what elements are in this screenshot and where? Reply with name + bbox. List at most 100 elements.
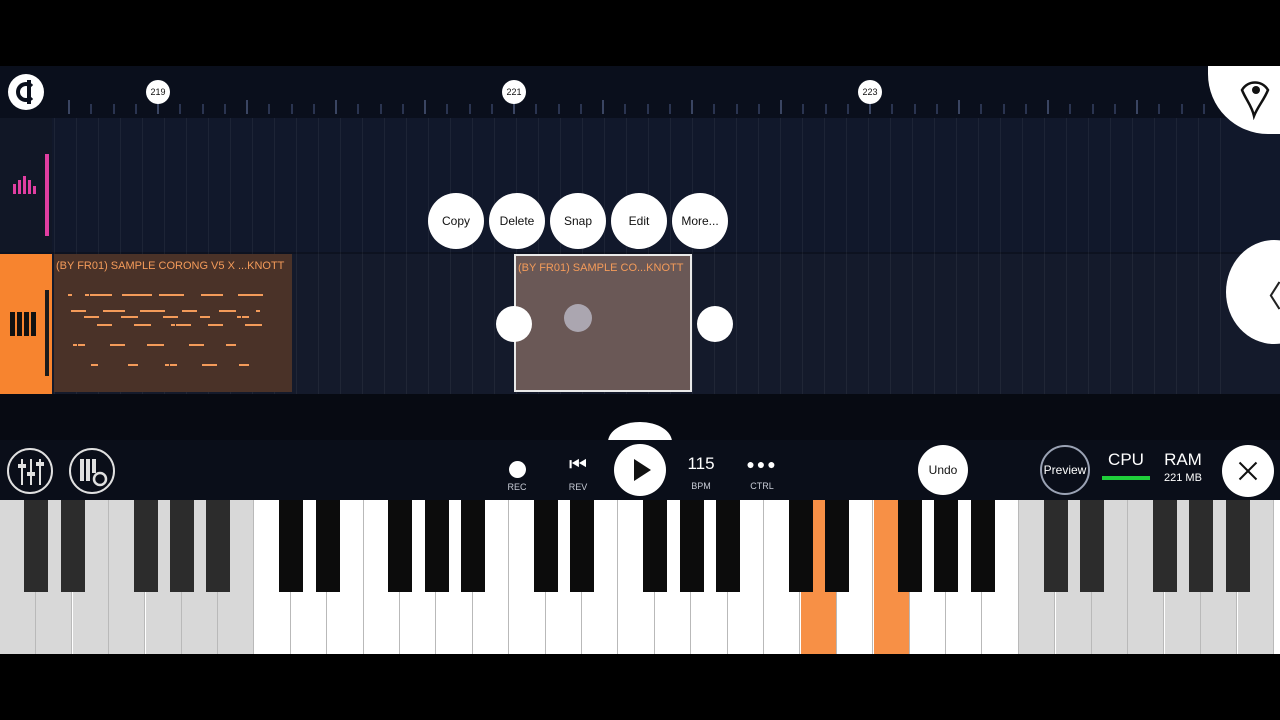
timeline-tick (112, 104, 115, 114)
black-key[interactable] (170, 500, 194, 592)
midi-note (134, 324, 144, 326)
timeline-tick (335, 100, 337, 114)
black-key[interactable] (424, 500, 449, 592)
black-key[interactable] (534, 500, 558, 592)
timeline-tick (424, 100, 426, 114)
black-key[interactable] (934, 500, 959, 592)
record-button[interactable]: REC (492, 448, 542, 492)
black-key[interactable] (570, 500, 595, 592)
timeline-tick (134, 104, 137, 114)
timeline-tick (579, 104, 582, 114)
midi-note (97, 324, 104, 326)
chevron-left-icon: 〈 (1252, 281, 1280, 314)
timeline-tick (1180, 104, 1183, 114)
black-key[interactable] (788, 500, 813, 592)
black-key[interactable] (643, 500, 668, 592)
black-key[interactable] (60, 500, 85, 592)
black-key[interactable] (1080, 500, 1104, 592)
black-key[interactable] (825, 500, 850, 592)
midi-note (256, 310, 260, 312)
timeline-tick (312, 104, 315, 114)
timeline-tick (824, 104, 827, 114)
bpm-value: 115 (687, 454, 715, 473)
timeline-tick (68, 100, 70, 114)
clip-resize-handle-left[interactable] (496, 306, 532, 342)
pattern-clip[interactable]: (BY FR01) SAMPLE CORONG V5 X ...KNOTT (54, 254, 292, 392)
midi-note (255, 324, 262, 326)
black-key[interactable] (279, 500, 304, 592)
black-key[interactable] (133, 500, 158, 592)
piano-keyboard[interactable] (0, 500, 1280, 654)
timeline-tick (935, 104, 938, 114)
midi-note (131, 316, 138, 318)
timeline-tick (602, 100, 604, 114)
rewind-button[interactable]: ⏮ REV (553, 448, 603, 492)
preview-button[interactable]: Preview (1040, 445, 1090, 495)
midi-note (170, 364, 177, 366)
timeline-tick (668, 104, 671, 114)
track-header-audio[interactable] (0, 118, 52, 252)
timeline-tick (201, 104, 204, 114)
black-key[interactable] (388, 500, 413, 592)
mixer-icon[interactable] (7, 448, 53, 494)
timeline-tick (624, 104, 627, 114)
rewind-label: REV (568, 482, 588, 492)
copy-button[interactable]: Copy (428, 193, 484, 249)
black-key[interactable] (461, 500, 486, 592)
midi-note (90, 294, 97, 296)
clip-label: (BY FR01) SAMPLE CORONG V5 X ...KNOTT (56, 260, 285, 272)
ctrl-button[interactable]: ●●● CTRL (737, 448, 787, 491)
delete-button[interactable]: Delete (489, 193, 545, 249)
timeline-tick (980, 104, 983, 114)
bar-marker-223[interactable]: 223 (858, 80, 882, 104)
black-key[interactable] (315, 500, 340, 592)
timeline-tick (1136, 100, 1138, 114)
clip-resize-handle-right[interactable] (697, 306, 733, 342)
black-key[interactable] (1152, 500, 1177, 592)
bar-marker-221[interactable]: 221 (502, 80, 526, 104)
black-key[interactable] (716, 500, 740, 592)
black-key[interactable] (1189, 500, 1214, 592)
selected-pattern-clip[interactable]: (BY FR01) SAMPLE CO...KNOTT (514, 254, 692, 392)
fl-studio-mobile-app: 219 221 223 (BY FR01) SAMPLE CORONG V5 X… (0, 66, 1280, 654)
edit-button[interactable]: Edit (611, 193, 667, 249)
timeline-tick (268, 104, 271, 114)
black-key[interactable] (206, 500, 231, 592)
timeline-tick (846, 104, 849, 114)
midi-note (144, 324, 151, 326)
black-key[interactable] (898, 500, 922, 592)
timeline-ruler[interactable] (0, 66, 1280, 118)
timeline-tick (179, 104, 182, 114)
black-key[interactable] (970, 500, 995, 592)
more-button[interactable]: More... (672, 193, 728, 249)
timeline-tick (557, 104, 560, 114)
play-button[interactable] (614, 444, 666, 496)
timeline-tick (1113, 104, 1116, 114)
timeline-tick (468, 104, 471, 114)
bar-marker-219[interactable]: 219 (146, 80, 170, 104)
touch-indicator (564, 304, 592, 332)
piano-settings-icon[interactable] (69, 448, 115, 494)
black-key[interactable] (679, 500, 704, 592)
timeline-tick (1202, 104, 1205, 114)
timeline-tick (379, 104, 382, 114)
black-key[interactable] (1043, 500, 1068, 592)
midi-note (216, 294, 223, 296)
clip-label: (BY FR01) SAMPLE CO...KNOTT (518, 262, 684, 274)
close-icon[interactable] (1222, 445, 1274, 497)
record-icon (508, 461, 526, 478)
black-key[interactable] (1225, 500, 1250, 592)
midi-note (245, 324, 255, 326)
snap-button[interactable]: Snap (550, 193, 606, 249)
timeline-tick (780, 100, 782, 114)
fl-logo-icon[interactable] (8, 74, 44, 110)
tempo-control[interactable]: 115 BPM (676, 448, 726, 491)
play-icon (634, 459, 651, 481)
midi-note (128, 364, 138, 366)
midi-note (202, 364, 209, 366)
midi-note (103, 310, 110, 312)
timeline-tick (357, 104, 360, 114)
black-key[interactable] (24, 500, 49, 592)
track-header-piano[interactable] (0, 254, 52, 394)
undo-button[interactable]: Undo (918, 445, 968, 495)
